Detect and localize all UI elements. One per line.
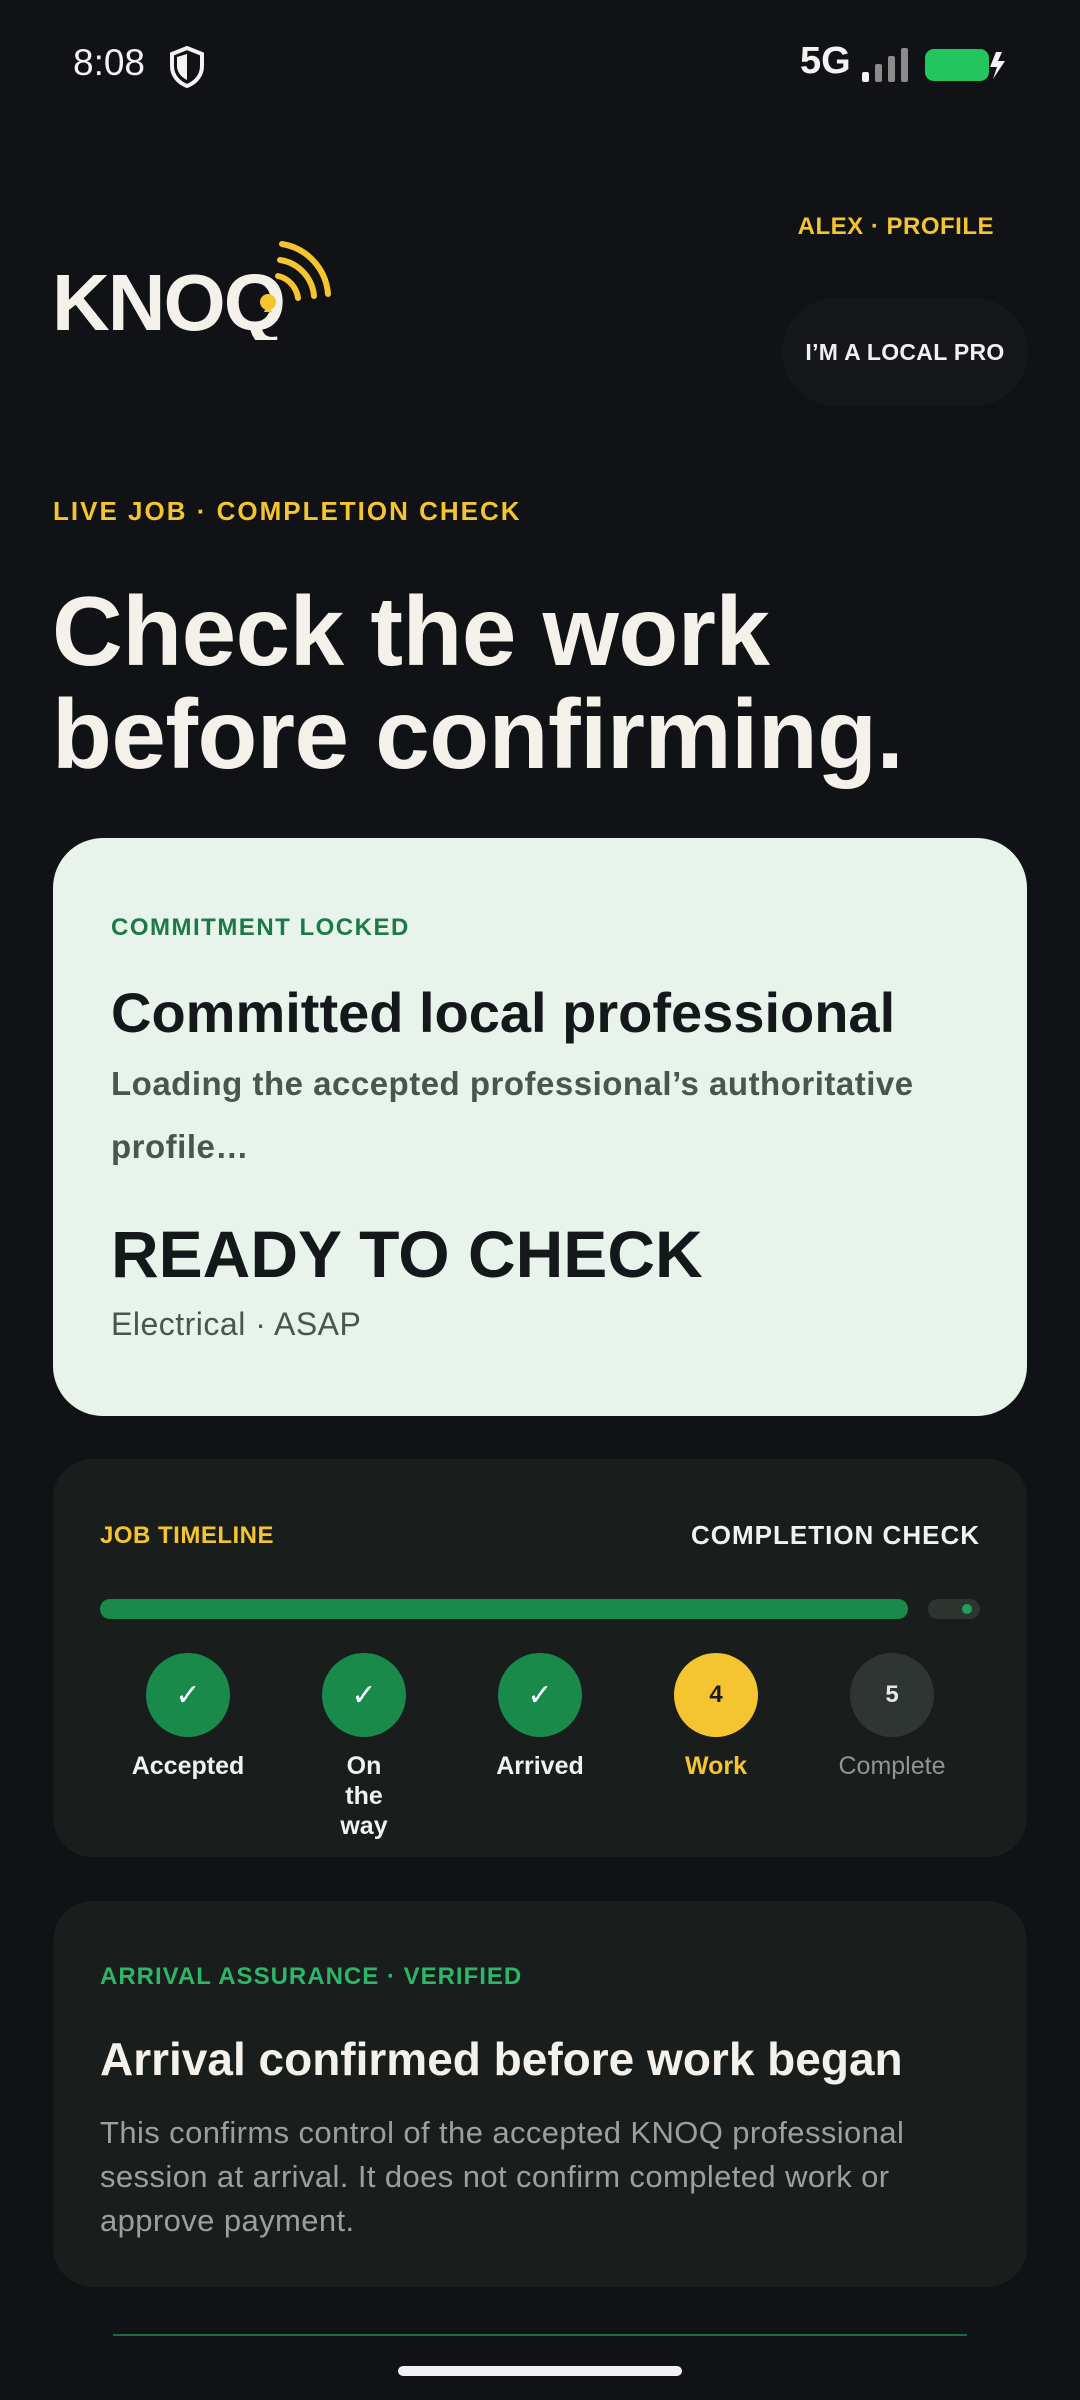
step-number: 5: [850, 1653, 934, 1737]
step-number: 4: [674, 1653, 758, 1737]
timeline-step: ✓ Arrived: [470, 1653, 610, 1781]
page-title: Check the work before confirming.: [52, 580, 1032, 786]
logo-text: KNOQ: [52, 258, 284, 340]
profile-link[interactable]: ALEX · PROFILE: [798, 213, 994, 241]
step-check-icon: ✓: [498, 1653, 582, 1737]
status-time: 8:08: [73, 42, 146, 83]
timeline-label: JOB TIMELINE: [100, 1522, 275, 1549]
arrival-body: This confirms control of the accepted KN…: [100, 2115, 905, 2238]
step-label: Accepted: [131, 1752, 245, 1780]
timeline-progress-bar: [100, 1599, 980, 1619]
timeline-step: 5 Complete: [822, 1653, 962, 1781]
timeline-steps: ✓ Accepted ✓ On the way ✓ Arrived 4 Work 5 Comple…: [100, 1653, 980, 1840]
timeline-step: ✓ On the way: [294, 1653, 434, 1841]
signal-icon: [862, 48, 908, 82]
timeline-current-stage: COMPLETION CHECK: [691, 1520, 980, 1550]
commitment-subtitle: Loading the accepted professional’s auth…: [111, 1065, 914, 1165]
network-type: 5G: [800, 40, 851, 82]
local-pro-button[interactable]: I’M A LOCAL PRO: [782, 298, 1028, 406]
knoq-logo: KNOQ: [52, 241, 331, 340]
timeline-step: ✓ Accepted: [118, 1653, 258, 1781]
progress-fill: [100, 1599, 908, 1619]
step-label: Work: [684, 1752, 748, 1780]
job-meta: Electrical · ASAP: [111, 1306, 362, 1342]
commitment-title: Committed local professional: [111, 981, 896, 1044]
shield-icon: [170, 46, 204, 88]
battery-charging-icon: [925, 49, 1005, 81]
commitment-card: COMMITMENT LOCKED Committed local profes…: [53, 838, 1027, 1416]
step-label: Complete: [838, 1752, 946, 1780]
headline-line-1: Check the work: [52, 576, 770, 686]
page-eyebrow: LIVE JOB · COMPLETION CHECK: [53, 496, 522, 526]
status-bar: 8:08 5G: [0, 0, 1080, 130]
job-status: READY TO CHECK: [111, 1217, 703, 1291]
step-check-icon: ✓: [146, 1653, 230, 1737]
progress-end-dot: [962, 1604, 972, 1614]
step-label: On the way: [340, 1752, 388, 1840]
divider: [113, 2334, 967, 2336]
arrival-eyebrow: ARRIVAL ASSURANCE · VERIFIED: [100, 1963, 523, 1990]
step-check-icon: ✓: [322, 1653, 406, 1737]
arrival-assurance-card: ARRIVAL ASSURANCE · VERIFIED Arrival con…: [53, 1901, 1027, 2287]
timeline-step: 4 Work: [646, 1653, 786, 1781]
arrival-title: Arrival confirmed before work began: [100, 2033, 903, 2085]
job-timeline-card: JOB TIMELINE COMPLETION CHECK ✓ Accepted ✓…: [53, 1459, 1027, 1857]
home-indicator[interactable]: [398, 2366, 682, 2376]
commitment-eyebrow: COMMITMENT LOCKED: [111, 914, 410, 941]
headline-line-2: before confirming.: [52, 679, 904, 789]
progress-remaining: [928, 1599, 980, 1619]
step-label: Arrived: [496, 1752, 584, 1780]
